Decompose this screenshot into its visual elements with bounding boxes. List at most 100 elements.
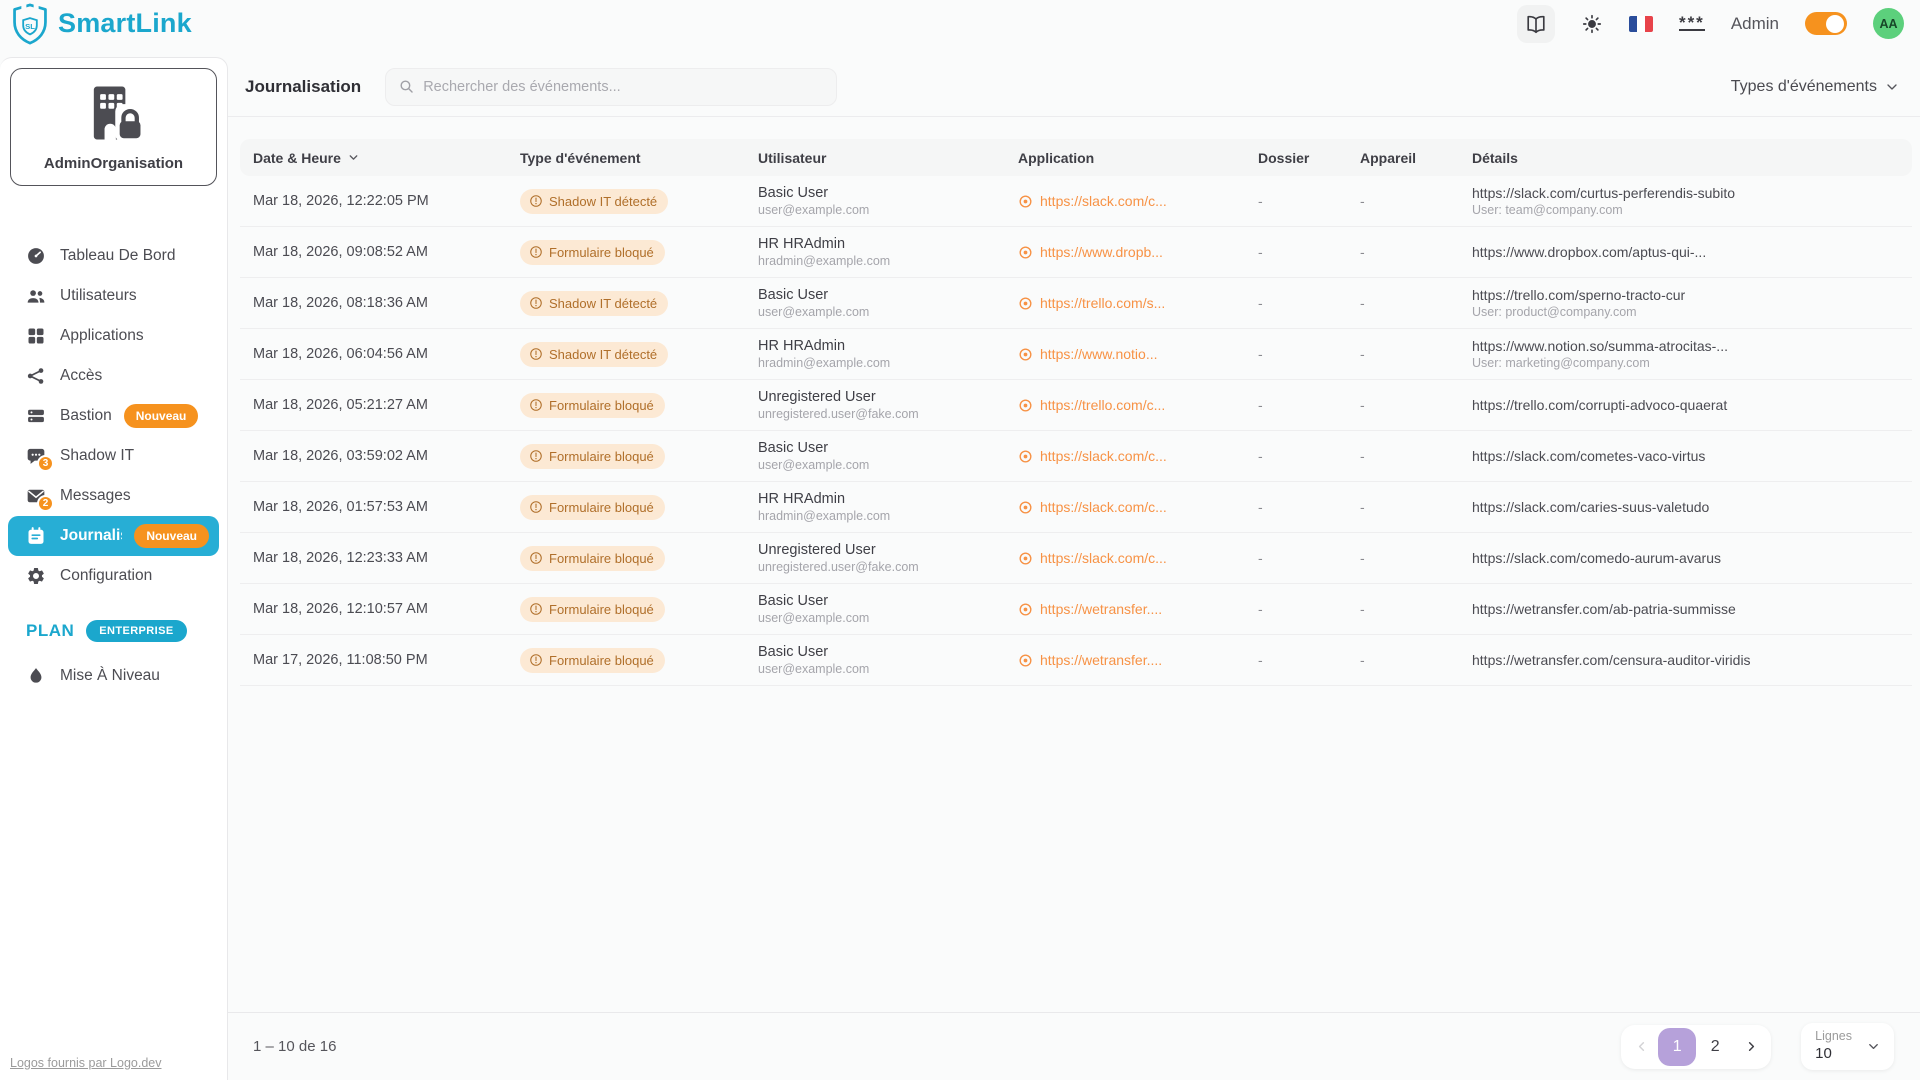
docs-book-button[interactable] [1517,5,1555,43]
eye-icon [1018,551,1033,566]
table-row[interactable]: Mar 18, 2026, 09:08:52 AM Formulaire blo… [240,227,1912,278]
table-header-row: Date & HeureType d'événementUtilisateurA… [240,139,1912,176]
password-dots-icon[interactable]: *** [1679,16,1705,31]
user-email: unregistered.user@fake.com [758,560,1005,574]
table-row[interactable]: Mar 17, 2026, 11:08:50 PM Formulaire blo… [240,635,1912,686]
application-link[interactable]: https://wetransfer.... [1040,652,1162,668]
table-row[interactable]: Mar 18, 2026, 12:23:33 AM Formulaire blo… [240,533,1912,584]
sidebar-item-bastion[interactable]: Bastion Nouveau [8,396,219,436]
event-type-badge: Shadow IT détecté [520,189,668,214]
details-url: https://trello.com/sperno-tracto-cur [1472,287,1912,303]
organisation-card[interactable]: AdminOrganisation [10,68,217,186]
theme-toggle-button[interactable] [1581,13,1603,35]
application-link[interactable]: https://slack.com/c... [1040,448,1167,464]
column-header: Application [1005,150,1245,166]
column-header[interactable]: Date & Heure [240,150,507,166]
language-selector[interactable] [1629,16,1653,32]
sidebar-item-utilisateurs[interactable]: Utilisateurs [8,276,219,316]
event-date: Mar 18, 2026, 08:18:36 AM [253,295,428,311]
column-header: Dossier [1245,150,1347,166]
search-icon [398,78,415,95]
notification-count-badge: 3 [37,455,54,472]
chevron-left-icon [1634,1039,1649,1054]
sort-chevron-icon [347,151,360,164]
admin-mode-toggle[interactable] [1805,12,1847,35]
application-link[interactable]: https://trello.com/s... [1040,295,1165,311]
event-type-badge: Formulaire bloqué [520,393,665,418]
sidebar-item-label: Accès [60,367,102,385]
gear-icon [26,566,46,586]
sidebar-item-label: Applications [60,327,144,345]
user-name: HR HRAdmin [758,491,1005,507]
table-row[interactable]: Mar 18, 2026, 08:18:36 AM Shadow IT déte… [240,278,1912,329]
application-link[interactable]: https://trello.com/c... [1040,397,1165,413]
chat-icon: 3 [26,446,46,466]
toggle-knob [1826,15,1844,33]
details-url: https://trello.com/corrupti-advoco-quaer… [1472,397,1912,413]
appareil-value: - [1360,448,1365,464]
eye-icon [1018,500,1033,515]
details-url: https://wetransfer.com/ab-patria-summiss… [1472,601,1912,617]
event-date: Mar 18, 2026, 12:10:57 AM [253,601,428,617]
event-types-filter[interactable]: Types d'événements [1731,78,1900,96]
event-date: Mar 17, 2026, 11:08:50 PM [253,652,428,668]
application-link[interactable]: https://www.dropb... [1040,244,1163,260]
alert-icon [529,194,543,208]
logos-credit-link[interactable]: Logos fournis par Logo.dev [10,1056,162,1070]
sidebar-item-tableau-de-bord[interactable]: Tableau De Bord [8,236,219,276]
pagination-pages: 12 [1658,1028,1734,1066]
previous-page-button[interactable] [1624,1028,1658,1066]
sidebar-item-applications[interactable]: Applications [8,316,219,356]
appareil-value: - [1360,244,1365,260]
chevron-down-icon [1884,79,1900,95]
plan-tier-badge: ENTERPRISE [86,620,186,642]
application-link[interactable]: https://wetransfer.... [1040,601,1162,617]
application-link[interactable]: https://slack.com/c... [1040,499,1167,515]
search-input[interactable] [423,79,824,95]
rows-per-page-select[interactable]: Lignes 10 [1801,1023,1894,1069]
user-email: user@example.com [758,305,1005,319]
brand-logo[interactable]: SL SmartLink [10,2,192,46]
dossier-value: - [1258,193,1263,209]
sidebar-item-label: Journalisation [60,527,122,545]
book-icon [1525,13,1547,35]
sidebar-item-shadow-it[interactable]: 3 Shadow IT [8,436,219,476]
appareil-value: - [1360,601,1365,617]
next-page-button[interactable] [1734,1028,1768,1066]
eye-icon [1018,398,1033,413]
dossier-value: - [1258,295,1263,311]
event-date: Mar 18, 2026, 09:08:52 AM [253,244,428,260]
page-button-2[interactable]: 2 [1696,1028,1734,1066]
server-icon [26,406,46,426]
sidebar: AdminOrganisation Tableau De Bord Utilis… [0,57,228,1080]
application-link[interactable]: https://www.notio... [1040,346,1158,362]
table-row[interactable]: Mar 18, 2026, 05:21:27 AM Formulaire blo… [240,380,1912,431]
sidebar-nav: Tableau De Bord Utilisateurs Application… [0,236,227,596]
page-title: Journalisation [245,77,361,97]
sidebar-item-journalisation[interactable]: Journalisation Nouveau [8,516,219,556]
table-row[interactable]: Mar 18, 2026, 01:57:53 AM Formulaire blo… [240,482,1912,533]
shield-logo-icon: SL [10,2,50,46]
avatar[interactable]: AA [1873,8,1904,39]
user-name: HR HRAdmin [758,236,1005,252]
appareil-value: - [1360,193,1365,209]
search-box[interactable] [385,68,837,106]
table-row[interactable]: Mar 18, 2026, 06:04:56 AM Shadow IT déte… [240,329,1912,380]
user-name: HR HRAdmin [758,338,1005,354]
table-row[interactable]: Mar 18, 2026, 03:59:02 AM Formulaire blo… [240,431,1912,482]
user-email: user@example.com [758,203,1005,217]
table-row[interactable]: Mar 18, 2026, 12:22:05 PM Shadow IT déte… [240,176,1912,227]
sidebar-item-mise-a-niveau[interactable]: Mise À Niveau [8,656,219,696]
event-date: Mar 18, 2026, 03:59:02 AM [253,448,428,464]
sidebar-item-messages[interactable]: 2 Messages [8,476,219,516]
page-button-1[interactable]: 1 [1658,1028,1696,1066]
application-link[interactable]: https://slack.com/c... [1040,193,1167,209]
table-row[interactable]: Mar 18, 2026, 12:10:57 AM Formulaire blo… [240,584,1912,635]
dossier-value: - [1258,499,1263,515]
admin-mode-label: Admin [1731,14,1779,34]
nouveau-badge: Nouveau [134,524,209,548]
eye-icon [1018,653,1033,668]
sidebar-item-configuration[interactable]: Configuration [8,556,219,596]
application-link[interactable]: https://slack.com/c... [1040,550,1167,566]
sidebar-item-acces[interactable]: Accès [8,356,219,396]
